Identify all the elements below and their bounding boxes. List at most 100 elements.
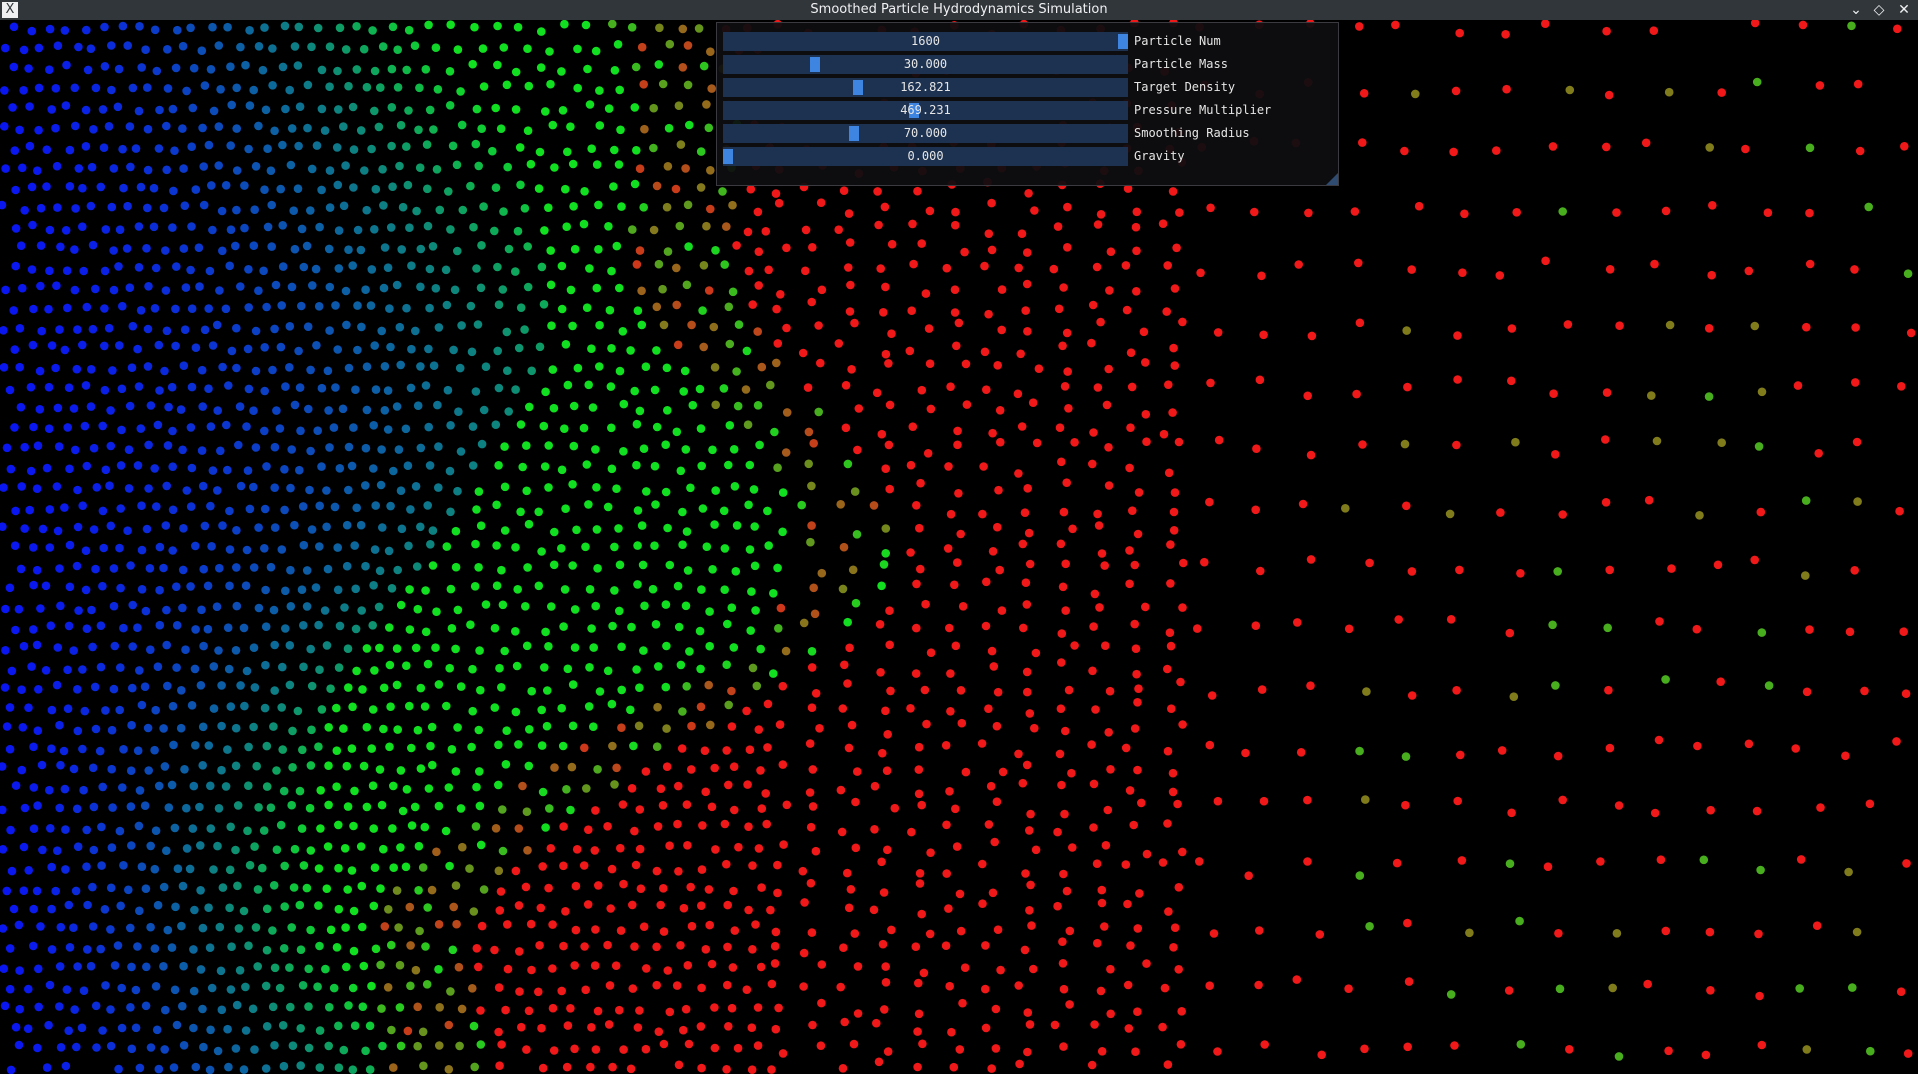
particle [426,741,435,751]
particle [128,600,137,610]
particle [47,904,56,914]
particle [534,184,544,193]
particle [357,881,367,891]
particle [55,720,64,730]
particle [633,1023,643,1032]
particle [24,984,33,994]
particle [870,781,880,791]
particle [154,781,164,791]
particle [1105,686,1115,696]
particle [1059,507,1069,517]
particle [178,603,187,613]
particle [607,266,616,276]
particle [0,483,8,492]
particle [841,381,851,390]
particle [251,162,261,171]
particle [178,881,188,891]
particle [534,581,544,591]
particle [453,723,462,732]
particle [753,401,763,410]
particle [52,281,61,291]
particle [405,223,414,232]
particle [367,144,376,154]
particle [416,522,425,532]
particle [434,442,443,451]
particle [801,266,810,276]
particle [1805,625,1814,634]
particle [504,407,513,416]
particle [424,344,433,354]
particle [778,760,788,769]
particle [503,964,513,974]
particle [546,280,556,290]
particle [421,942,430,951]
smoothing-radius-slider[interactable]: 70.000 [723,124,1128,143]
particle [369,581,378,590]
particle [172,262,181,271]
particle [518,462,527,472]
particle [981,984,990,994]
particle [1701,1050,1711,1060]
pressure-multiplier-slider[interactable]: 469.231 [723,101,1128,120]
particle [376,83,385,92]
particle [208,466,218,475]
parameters-panel[interactable]: 1600 Particle Num 30.000 Particle Mass 1… [716,22,1339,186]
particle [243,344,253,354]
particle [325,42,335,51]
particle-mass-slider[interactable]: 30.000 [723,55,1128,74]
particle [451,644,460,654]
particle [226,141,235,150]
particle [5,944,15,953]
particle [676,466,686,476]
particle [154,144,164,153]
particle [961,359,971,369]
particle [449,902,459,912]
particle [773,860,782,870]
particle [55,803,64,813]
particle [1897,382,1906,391]
particle [160,762,170,771]
particle [727,686,736,696]
particle [942,263,952,273]
gravity-slider[interactable]: 0.000 [723,147,1128,166]
particle [104,122,114,131]
particle [987,646,997,656]
particle [63,423,72,432]
particle [538,787,548,797]
particle [497,1040,506,1049]
particle [1054,304,1064,314]
particle [185,864,195,874]
particle [385,304,394,313]
particle [730,926,740,935]
particle [926,404,936,414]
particle [558,106,568,115]
particle [989,662,999,671]
target-density-slider[interactable]: 162.821 [723,78,1128,97]
maximize-icon[interactable]: ◇ [1868,0,1890,20]
particle [764,265,773,275]
particle [679,1025,688,1035]
particle [64,900,74,910]
particle [773,888,782,898]
particle [535,147,545,157]
minimize-icon[interactable]: ⌄ [1845,0,1867,20]
particle [306,206,315,215]
particle [877,857,886,867]
particle [467,742,476,752]
particle [109,164,119,173]
particle [402,303,411,313]
particle [387,940,396,950]
particle [141,884,151,893]
resize-grip-icon[interactable] [1326,173,1338,185]
particle [1059,984,1069,994]
particle [706,47,715,56]
particle [305,485,314,495]
particle [36,281,45,291]
particle [155,105,164,115]
particle [733,401,743,411]
close-icon[interactable]: ✕ [1893,0,1915,20]
title-bar[interactable]: X Smoothed Particle Hydrodynamics Simula… [0,0,1918,20]
particle-num-slider[interactable]: 1600 [723,32,1128,51]
particle [495,906,505,915]
particle [751,606,760,615]
